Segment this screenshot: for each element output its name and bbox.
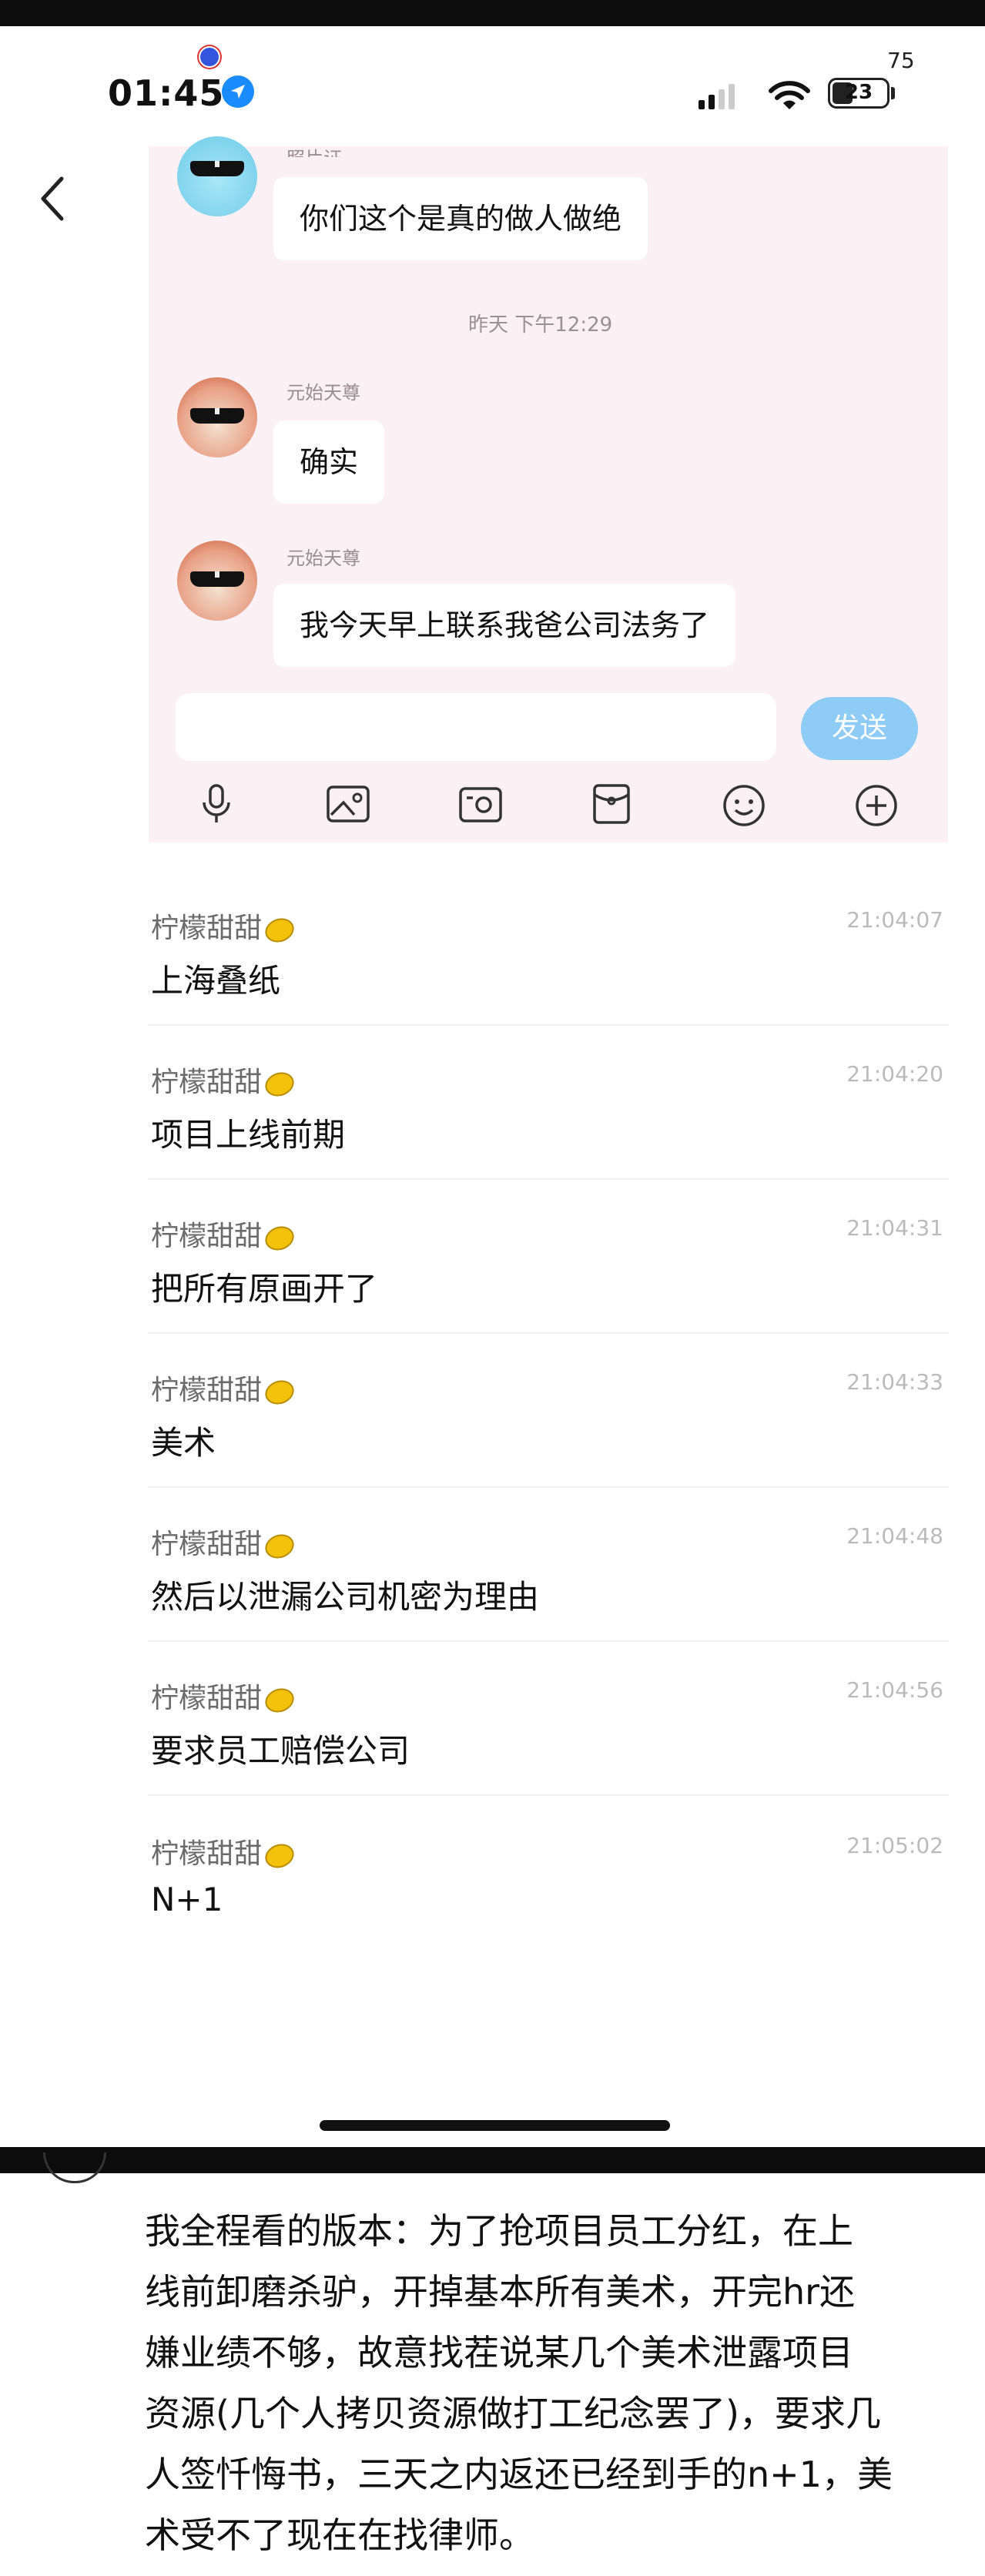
cellular-signal-icon: [699, 83, 735, 109]
feed-divider: [148, 1332, 949, 1334]
feed-message: 上海叠纸: [151, 962, 281, 1000]
middle-black-band: [0, 2147, 985, 2173]
feed-divider: [148, 1178, 949, 1180]
sender-name: 元始天尊: [286, 548, 360, 569]
feed-time: 21:04:20: [846, 1061, 943, 1087]
camera-icon[interactable]: [457, 782, 504, 829]
avatar: [177, 136, 257, 216]
feed-item: 柠檬甜甜 21:04:07 上海叠纸: [0, 893, 985, 1024]
lemon-icon: [262, 1376, 298, 1409]
battery-level: 23: [844, 81, 873, 104]
feed-divider: [148, 1794, 949, 1796]
comment-line: 我全程看的版本：为了抢项目员工分红，在上: [145, 2210, 853, 2252]
lemon-icon: [262, 1684, 298, 1717]
lemon-icon: [262, 1840, 298, 1872]
feed-message: 美术: [151, 1424, 216, 1462]
wifi-icon: [769, 80, 810, 114]
feed-item: 柠檬甜甜 21:04:20 项目上线前期: [0, 1047, 985, 1178]
image-icon[interactable]: [325, 782, 371, 829]
lemon-icon: [262, 1530, 298, 1563]
screen-record-icon: [199, 46, 220, 68]
comment-line: 线前卸磨杀驴，开掉基本所有美术，开完hr还: [145, 2271, 856, 2313]
feed-item: 柠檬甜甜 21:05:02 N+1: [0, 1819, 985, 1950]
chat-bubble: 你们这个是真的做人做绝: [273, 177, 648, 260]
feed-item: 柠檬甜甜 21:04:56 要求员工赔偿公司: [0, 1663, 985, 1794]
feed-divider: [148, 1640, 949, 1642]
red-packet-icon[interactable]: [590, 782, 633, 829]
battery-icon: 23: [828, 78, 890, 109]
feed-item: 柠檬甜甜 21:04:33 美术: [0, 1355, 985, 1486]
notification-counter: 75: [887, 48, 915, 73]
plus-icon[interactable]: [853, 782, 900, 832]
comment-line: 人签忏悔书，三天之内返还已经到手的n+1，美: [145, 2454, 893, 2495]
home-indicator[interactable]: [320, 2120, 670, 2131]
chat-bubble: 确实: [273, 420, 385, 504]
feed-sender-name: 柠檬甜甜: [151, 1529, 263, 1560]
avatar: [177, 541, 257, 621]
feed-time: 21:04:07: [846, 907, 943, 933]
battery-tip: [891, 87, 895, 99]
send-button[interactable]: 发送: [801, 697, 918, 760]
feed-time: 21:04:56: [846, 1677, 943, 1703]
microphone-icon[interactable]: [197, 782, 236, 829]
feed-message: 然后以泄漏公司机密为理由: [151, 1578, 540, 1616]
feed-sender-name: 柠檬甜甜: [151, 1683, 263, 1714]
top-black-band: [0, 0, 985, 26]
feed-message: 把所有原画开了: [151, 1270, 378, 1308]
feed-sender-name: 柠檬甜甜: [151, 1067, 263, 1098]
feed-time: 21:04:48: [846, 1523, 943, 1549]
feed-sender-name: 柠檬甜甜: [151, 1838, 263, 1870]
feed-time: 21:04:31: [846, 1215, 943, 1241]
feed-item: 柠檬甜甜 21:04:48 然后以泄漏公司机密为理由: [0, 1509, 985, 1640]
sender-name: 照片证: [286, 143, 342, 157]
lemon-icon: [262, 1068, 298, 1100]
feed-message: 要求员工赔偿公司: [151, 1732, 410, 1770]
comment-text: 我全程看的版本：为了抢项目员工分红，在上 线前卸磨杀驴，开掉基本所有美术，开完h…: [145, 2201, 930, 2566]
comment-line: 资源(几个人拷贝资源做打工纪念罢了)，要求几: [145, 2393, 881, 2434]
comment-line: 嫌业绩不够，故意找茬说某几个美术泄露项目: [145, 2332, 853, 2373]
feed-sender-name: 柠檬甜甜: [151, 1221, 263, 1252]
avatar: [177, 377, 257, 457]
emoji-icon[interactable]: [721, 782, 767, 832]
feed-message: N+1: [151, 1881, 223, 1918]
feed-sender-name: 柠檬甜甜: [151, 913, 263, 944]
feed-sender-name: 柠檬甜甜: [151, 1375, 263, 1406]
message-input[interactable]: [176, 693, 776, 761]
feed-divider: [148, 1024, 949, 1026]
comment-line: 术受不了现在在找律师。: [145, 2514, 534, 2556]
chat-bubble: 我今天早上联系我爸公司法务了: [273, 584, 736, 667]
back-chevron-icon[interactable]: [39, 176, 66, 225]
lemon-icon: [262, 914, 298, 946]
lemon-icon: [262, 1222, 298, 1255]
sender-name: 元始天尊: [286, 382, 360, 404]
feed-divider: [148, 1486, 949, 1488]
feed-item: 柠檬甜甜 21:04:31 把所有原画开了: [0, 1201, 985, 1332]
status-time: 01:45: [108, 72, 225, 114]
feed-message: 项目上线前期: [151, 1116, 346, 1154]
location-arrow-icon: [222, 75, 254, 108]
feed-time: 21:04:33: [846, 1369, 943, 1395]
commenter-avatar: [43, 2152, 106, 2183]
chat-timestamp: 昨天 下午12:29: [468, 313, 613, 337]
feed-time: 21:05:02: [846, 1833, 943, 1858]
